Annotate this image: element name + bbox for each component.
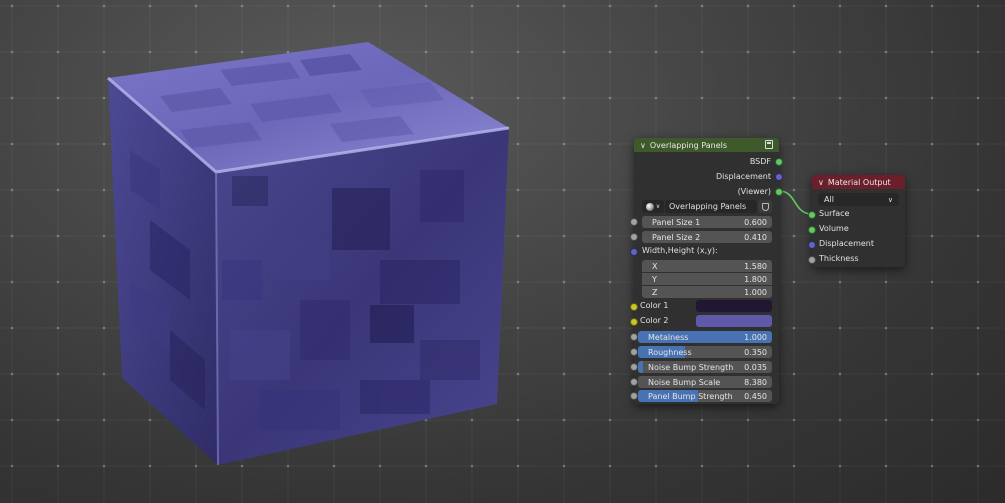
displacement-socket[interactable] — [808, 241, 816, 249]
vector-x-label: X — [652, 261, 658, 271]
thickness-label: Thickness — [819, 254, 859, 263]
noise-bump-scale-field[interactable]: Noise Bump Scale 8.380 — [638, 376, 772, 388]
panel-bump-strength-value: 0.450 — [744, 391, 767, 401]
panel-size-1-label: Panel Size 1 — [652, 217, 701, 227]
color-2-label: Color 2 — [640, 316, 669, 325]
node-group-icon[interactable] — [765, 140, 773, 149]
color-2-socket[interactable] — [630, 318, 638, 326]
vector-y-value: 1.800 — [744, 274, 767, 284]
panel-size-2-socket[interactable] — [630, 233, 638, 241]
target-value: All — [824, 195, 834, 204]
chevron-down-icon: ∨ — [887, 195, 893, 204]
roughness-value: 0.350 — [744, 347, 767, 357]
node-header[interactable]: ∨ Overlapping Panels — [634, 138, 779, 152]
noise-bump-strength-fill — [638, 361, 644, 373]
panel-size-1-field[interactable]: Panel Size 1 0.600 — [642, 216, 772, 228]
roughness-socket[interactable] — [630, 348, 638, 356]
output-displacement-label: Displacement — [716, 172, 771, 181]
output-viewer-socket[interactable] — [775, 188, 783, 196]
node-title: Overlapping Panels — [649, 140, 728, 150]
vector-x-value: 1.580 — [744, 261, 767, 271]
panel-bump-strength-label: Panel Bump Strength — [648, 391, 733, 401]
roughness-label: Roughness — [648, 347, 692, 357]
datablock-name: Overlapping Panels — [669, 202, 747, 211]
metalness-socket[interactable] — [630, 333, 638, 341]
volume-socket[interactable] — [808, 226, 816, 234]
noise-bump-strength-slider[interactable]: Noise Bump Strength 0.035 — [638, 361, 772, 373]
chevron-down-icon[interactable]: ∨ — [818, 178, 824, 187]
output-bsdf-socket[interactable] — [775, 158, 783, 166]
output-displacement-socket[interactable] — [775, 173, 783, 181]
panel-size-1-value: 0.600 — [744, 217, 767, 227]
color-1-swatch[interactable] — [696, 300, 772, 312]
metalness-value: 1.000 — [744, 332, 767, 342]
material-output-node[interactable]: ∨ Material Output All ∨ Surface Volume D… — [808, 175, 905, 267]
vector-y-field[interactable]: Y 1.800 — [642, 273, 772, 285]
metalness-slider[interactable]: Metalness 1.000 — [638, 331, 772, 343]
target-dropdown[interactable]: All ∨ — [818, 193, 899, 206]
color-1-socket[interactable] — [630, 303, 638, 311]
noise-bump-strength-value: 0.035 — [744, 362, 767, 372]
panel-size-1-socket[interactable] — [630, 218, 638, 226]
noise-bump-strength-socket[interactable] — [630, 363, 638, 371]
panel-bump-strength-slider[interactable]: Panel Bump Strength 0.450 — [638, 390, 772, 402]
thickness-socket[interactable] — [808, 256, 816, 264]
output-viewer-label: (Viewer) — [737, 187, 771, 196]
displacement-label: Displacement — [819, 239, 874, 248]
panel-size-2-value: 0.410 — [744, 232, 767, 242]
width-height-socket[interactable] — [630, 248, 638, 256]
overlapping-panels-node[interactable]: ∨ Overlapping Panels BSDF Displacement (… — [630, 138, 783, 404]
node-header[interactable]: ∨ Material Output — [812, 175, 905, 189]
noise-bump-strength-label: Noise Bump Strength — [648, 362, 734, 372]
panel-bump-strength-socket[interactable] — [630, 392, 638, 400]
shield-icon[interactable] — [758, 200, 772, 213]
panel-size-2-field[interactable]: Panel Size 2 0.410 — [642, 231, 772, 243]
color-1-label: Color 1 — [640, 301, 669, 310]
chevron-down-icon[interactable]: ∨ — [640, 141, 646, 150]
vector-z-label: Z — [652, 287, 658, 297]
noise-bump-scale-socket[interactable] — [630, 378, 638, 386]
output-bsdf-label: BSDF — [749, 157, 771, 166]
surface-socket[interactable] — [808, 211, 816, 219]
panel-size-2-label: Panel Size 2 — [652, 232, 701, 242]
vector-y-label: Y — [652, 274, 657, 284]
node-title: Material Output — [827, 177, 891, 187]
roughness-slider[interactable]: Roughness 0.350 — [638, 346, 772, 358]
vector-x-field[interactable]: X 1.580 — [642, 260, 772, 272]
metalness-label: Metalness — [648, 332, 689, 342]
vector-z-field[interactable]: Z 1.000 — [642, 286, 772, 298]
noise-bump-scale-label: Noise Bump Scale — [648, 377, 721, 387]
viewer-to-surface-link[interactable] — [778, 190, 813, 215]
surface-label: Surface — [819, 209, 850, 218]
vector-z-value: 1.000 — [744, 287, 767, 297]
noise-bump-scale-value: 8.380 — [744, 377, 767, 387]
volume-label: Volume — [819, 224, 849, 233]
width-height-label: Width,Height (x,y): — [642, 246, 718, 255]
color-2-swatch[interactable] — [696, 315, 772, 327]
material-sphere-icon[interactable]: ∨ — [642, 200, 664, 213]
datablock-name-field[interactable]: Overlapping Panels — [665, 200, 757, 213]
